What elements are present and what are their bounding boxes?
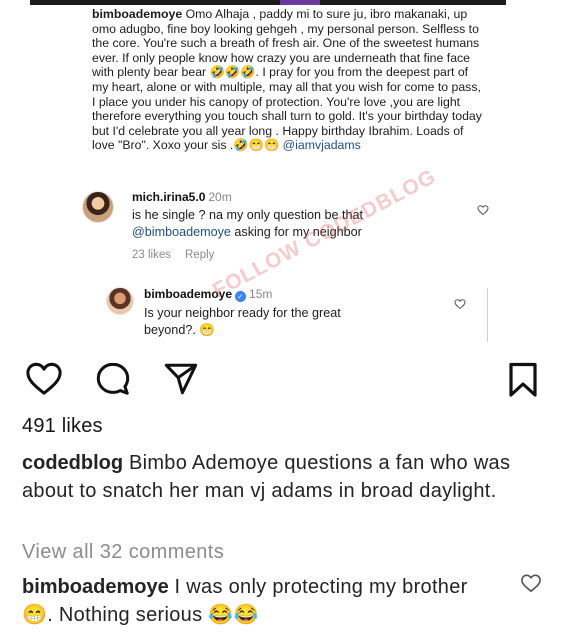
comment-heart-icon[interactable] [520, 573, 542, 593]
reply-button[interactable]: Reply [185, 249, 214, 261]
post-caption: codedblog Bimbo Ademoye questions a fan … [22, 449, 522, 505]
paper-plane-icon[interactable] [163, 361, 199, 397]
reply-like-icon[interactable] [454, 298, 466, 310]
comment-like-icon[interactable] [477, 204, 489, 216]
comment-text: is he single ? na my only question be th… [132, 207, 452, 240]
top-comment-username[interactable]: bimboademoye [22, 576, 169, 598]
bookmark-icon[interactable] [508, 362, 538, 398]
avatar[interactable] [82, 191, 114, 223]
likes-count[interactable]: 491 likes [22, 415, 103, 438]
comment-time: 20m [208, 190, 232, 204]
view-all-comments-link[interactable]: View all 32 comments [22, 541, 224, 564]
speech-bubble-icon[interactable] [95, 361, 131, 397]
embedded-image-strip [30, 0, 506, 5]
embedded-caption-text: Omo Alhaja , paddy mi to sure ju, ibro m… [92, 7, 482, 153]
comment-likes[interactable]: 23 likes [132, 249, 171, 261]
reply-text: Is your neighbor ready for the great bey… [144, 306, 341, 337]
scrollbar[interactable] [487, 288, 488, 342]
comment-mention[interactable]: @bimboademoye [132, 225, 231, 239]
caption-username[interactable]: codedblog [22, 452, 123, 474]
heart-outline-icon[interactable] [25, 361, 63, 397]
comment-meta: 23 likes Reply [132, 249, 214, 261]
top-comment: bimboademoye I was only protecting my br… [22, 573, 492, 629]
embedded-caption-username[interactable]: bimboademoye [92, 7, 182, 21]
comment-username[interactable]: mich.irina5.0 [132, 190, 205, 204]
embedded-caption-mention[interactable]: @iamvjadams [283, 138, 361, 152]
reply-header: bimboademoye ✓ 15m [144, 287, 272, 302]
reply-avatar[interactable] [106, 287, 134, 315]
embedded-screenshot: bimboademoye Omo Alhaja , paddy mi to su… [30, 0, 506, 352]
reply-time: 15m [249, 287, 273, 301]
embedded-image-accent [280, 0, 320, 5]
embedded-caption: bimboademoye Omo Alhaja , paddy mi to su… [92, 7, 487, 153]
comment-header: mich.irina5.0 20m [132, 190, 232, 204]
